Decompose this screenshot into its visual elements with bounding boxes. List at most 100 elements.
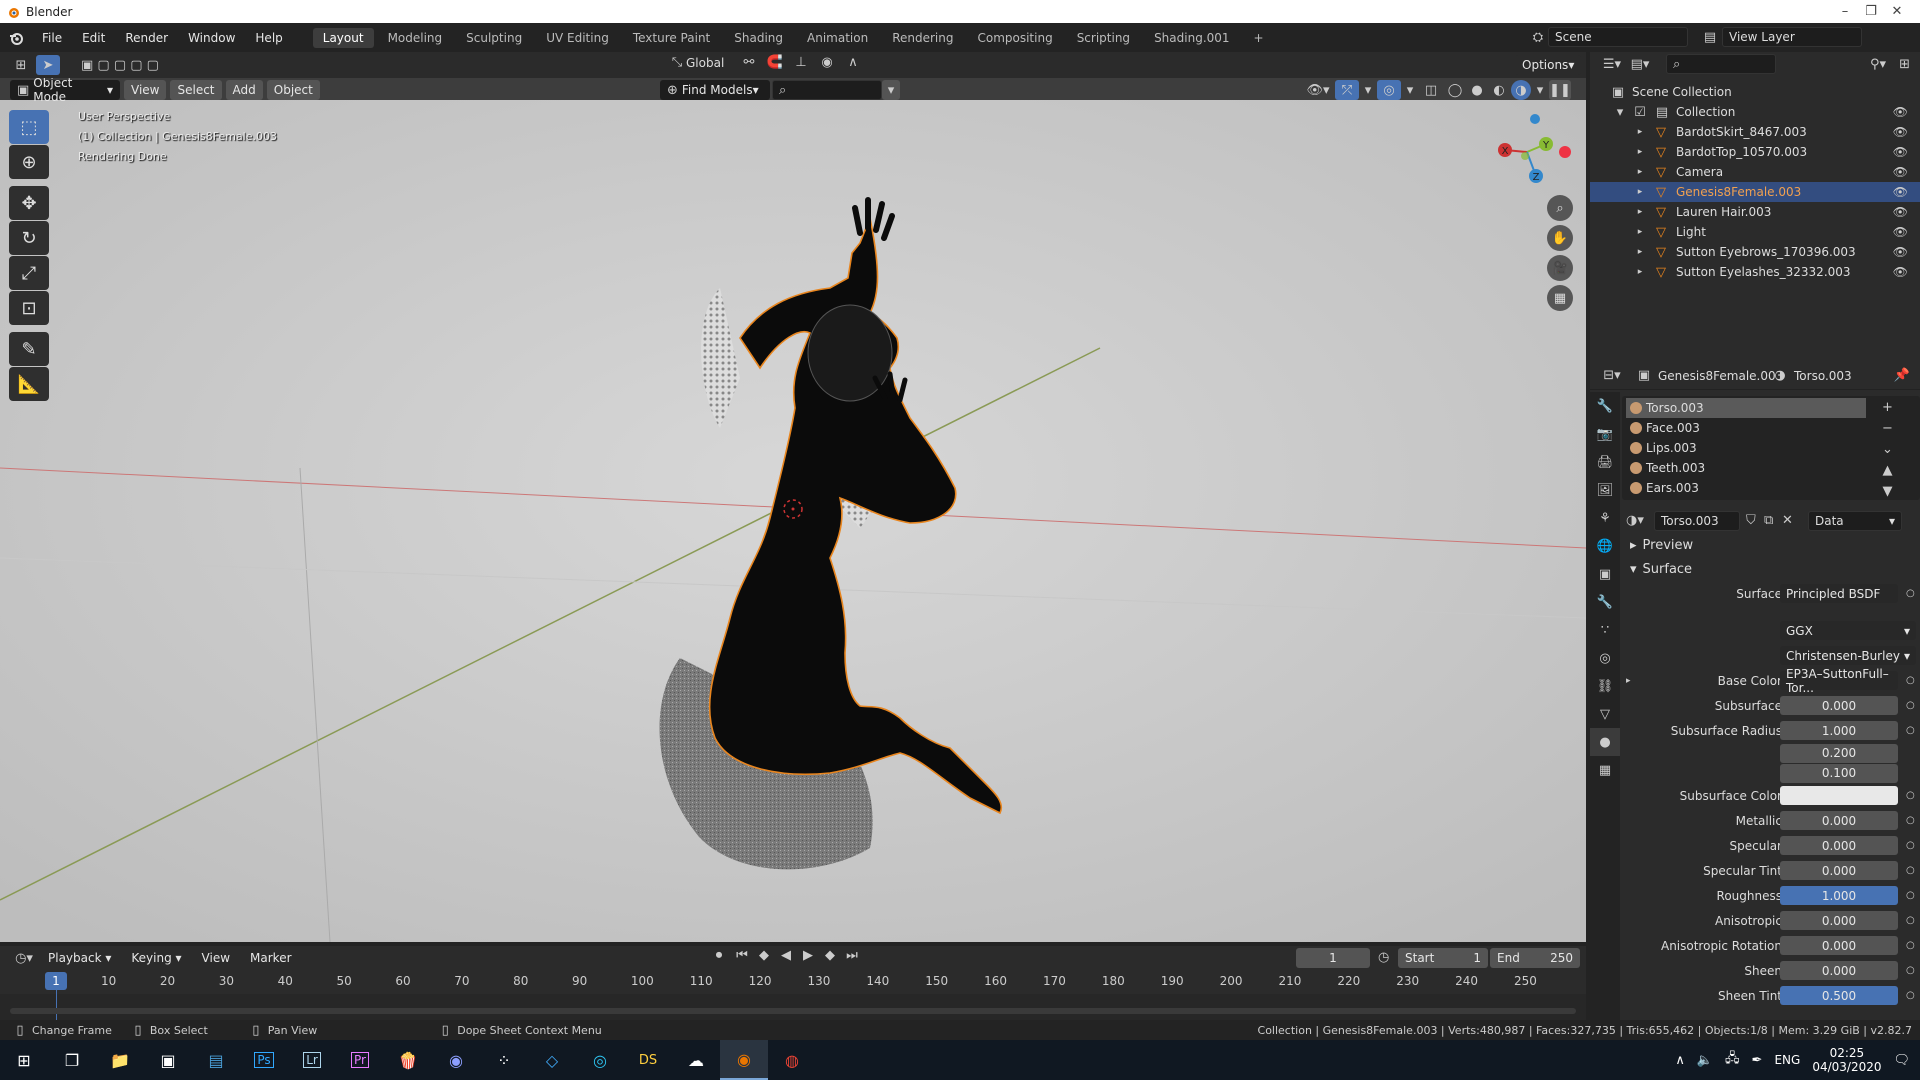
tab-uv-editing[interactable]: UV Editing [536,28,619,48]
bsdf-input-field[interactable] [1780,786,1898,805]
gizmo-neg-x[interactable] [1559,146,1571,158]
gizmo-neg-y[interactable] [1521,152,1529,160]
duplicate-material-icon[interactable]: ⧉ [1764,513,1773,528]
end-frame-field[interactable]: End 250 [1490,948,1580,968]
language-indicator[interactable]: ENG [1774,1053,1800,1067]
visibility-eye-icon[interactable]: 👁 [1893,125,1908,139]
slot-menu-icon[interactable]: ⌄ [1882,442,1893,457]
find-models-search[interactable]: ⌕ [772,80,882,100]
remove-slot-icon[interactable]: − [1882,421,1893,436]
outliner-editor-icon[interactable]: ☰▾ [1598,57,1626,72]
socket-icon[interactable]: ○ [1906,890,1915,901]
material-shading-icon[interactable]: ◐ [1489,83,1509,98]
texture-properties-tab[interactable]: ▦ [1590,756,1620,784]
volume-icon[interactable]: 🔈 [1697,1053,1713,1068]
playhead[interactable]: 1 [45,972,67,990]
timeline-ruler[interactable]: 1102030405060708090100110120130140150160… [0,970,1586,994]
unlink-material-icon[interactable]: ✕ [1782,513,1793,528]
prev-keyframe-icon[interactable]: ◆ [756,948,772,963]
snap-icon[interactable]: 🧲 [762,55,788,70]
bsdf-input-field[interactable]: 0.000 [1780,836,1898,855]
material-slot-list[interactable]: Torso.003 Face.003 Lips.003 Teeth.003 Ears.0… [1622,396,1920,500]
vscode-icon[interactable]: ◇ [528,1040,576,1080]
snap-target-icon[interactable]: ⊥ [788,55,814,70]
outliner-item[interactable]: ▸ ▽ BardotTop_10570.003 👁 [1590,142,1920,162]
view-layer-selector[interactable]: View Layer [1722,27,1862,47]
shading-dropdown-icon[interactable]: ▾ [1533,83,1547,98]
preview-section[interactable]: ▸ Preview [1622,533,1920,557]
select-tool-icon[interactable]: ➤ [36,55,60,75]
surface-section[interactable]: ▾ Surface [1622,557,1920,581]
chrome-icon[interactable]: ◍ [768,1040,816,1080]
pen-icon[interactable]: ✒ [1752,1053,1763,1068]
gizmo-dropdown-icon[interactable]: ▾ [1361,83,1375,98]
scale-tool[interactable]: ⤢ [9,256,49,290]
surface-shader-field[interactable]: Principled BSDF [1780,584,1898,603]
expand-arrow-icon[interactable]: ▸ [1634,267,1646,277]
expand-arrow-icon[interactable]: ▸ [1634,127,1646,137]
expand-arrow-icon[interactable]: ▸ [1634,207,1646,217]
lightroom-icon[interactable]: Lr [288,1040,336,1080]
wireframe-shading-icon[interactable]: ◯ [1445,83,1465,98]
menu-file[interactable]: File [32,31,72,45]
timeline-area[interactable]: 1102030405060708090100110120130140150160… [0,970,1586,1020]
tab-layout[interactable]: Layout [312,27,374,48]
expand-arrow-icon[interactable]: ▸ [1634,227,1646,237]
play-icon[interactable]: ▶ [800,948,816,963]
collapse-arrow-icon[interactable]: ▾ [1614,105,1626,120]
mode-selector[interactable]: ▣ Object Mode ▾ [10,78,120,104]
measure-tool[interactable]: 📐 [9,367,49,401]
tab-shading-001[interactable]: Shading.001 [1144,28,1239,48]
move-slot-down-icon[interactable]: ▼ [1882,484,1893,499]
jump-end-icon[interactable]: ⏭ [844,948,860,963]
expand-arrow-icon[interactable]: ▸ [1634,147,1646,157]
app-circle-icon[interactable]: ◎ [576,1040,624,1080]
outliner-item[interactable]: ▸ ▽ Light 👁 [1590,222,1920,242]
visibility-eye-icon[interactable]: 👁 [1893,165,1908,179]
material-slot[interactable]: Face.003 [1626,418,1866,438]
socket-icon[interactable]: ○ [1906,965,1915,976]
play-reverse-icon[interactable]: ◀ [778,948,794,963]
visibility-eye-icon[interactable]: 👁 [1893,205,1908,219]
modifier-properties-tab[interactable]: 🔧 [1590,588,1620,616]
steam-icon[interactable]: ☁ [672,1040,720,1080]
rotate-tool[interactable]: ↻ [9,221,49,255]
transform-tool[interactable]: ⊡ [9,291,49,325]
outliner-item[interactable]: ▸ ▽ Sutton Eyelashes_32332.003 👁 [1590,262,1920,282]
pivot-icon[interactable]: ⚯ [736,55,762,70]
outliner-item[interactable]: ▸ ▽ Lauren Hair.003 👁 [1590,202,1920,222]
overlay-toggle-icon[interactable]: ◎ [1377,80,1401,100]
clock-icon[interactable]: ◷ [1378,950,1389,965]
blender-taskbar-icon[interactable]: ◉ [720,1040,768,1080]
start-button[interactable]: ⊞ [0,1040,48,1080]
constraint-properties-tab[interactable]: ⛓ [1590,672,1620,700]
socket-icon[interactable]: ○ [1906,700,1915,711]
distribution-dropdown[interactable]: GGX ▾ [1780,621,1916,640]
new-collection-icon[interactable]: ⊞ [1899,57,1910,72]
blender-menu-icon[interactable] [8,30,24,46]
start-frame-field[interactable]: Start 1 [1398,948,1488,968]
scene-properties-tab[interactable]: ⚘ [1590,504,1620,532]
tab-texture-paint[interactable]: Texture Paint [623,28,720,48]
bsdf-input-field[interactable]: 1.000 [1780,886,1898,905]
discord-icon[interactable]: ◉ [432,1040,480,1080]
tool-properties-tab[interactable]: 🔧 [1590,392,1620,420]
tab-shading[interactable]: Shading [724,28,793,48]
file-explorer-icon[interactable]: 📁 [96,1040,144,1080]
bsdf-input-field[interactable]: 0.000 [1780,861,1898,880]
close-button[interactable]: ✕ [1874,0,1920,23]
rendered-shading-icon[interactable]: ◑ [1511,80,1531,100]
pause-render-icon[interactable]: ❚❚ [1549,80,1571,100]
app-dots-icon[interactable]: ⁘ [480,1040,528,1080]
gizmo-toggle-icon[interactable]: ⤱ [1335,80,1359,100]
outliner-search[interactable]: ⌕ [1666,54,1776,74]
ortho-grid-icon[interactable]: ▦ [1547,285,1573,311]
timeline-editor-icon[interactable]: ◷▾ [10,951,38,966]
add-workspace-button[interactable]: + [1244,28,1274,48]
view-layer-icon[interactable]: ▤ [1698,30,1722,45]
material-slot[interactable]: Ears.003 [1626,478,1866,498]
expand-arrow-icon[interactable]: ▸ [1634,167,1646,177]
bsdf-input-field[interactable]: 0.000 [1780,961,1898,980]
socket-icon[interactable]: ○ [1906,915,1915,926]
display-mode-icon[interactable]: ▤▾ [1626,57,1654,72]
